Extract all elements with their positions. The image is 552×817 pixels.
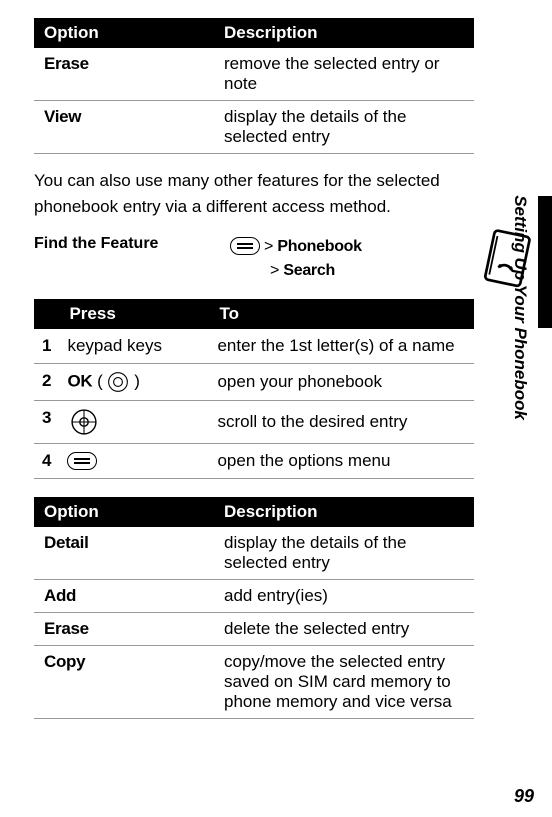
table-row: 1 keypad keys enter the 1st letter(s) of…: [34, 329, 474, 364]
option-cell: Copy: [34, 645, 214, 718]
table-row: 2 OK ( ) open your phonebook: [34, 363, 474, 400]
table-header-description: Description: [214, 18, 474, 48]
table-row: Add add entry(ies): [34, 579, 474, 612]
table-row: 3 scroll to the desired entry: [34, 400, 474, 443]
table-row: Erase delete the selected entry: [34, 612, 474, 645]
table-header-row: Option Description: [34, 18, 474, 48]
press-to-table: Press To 1 keypad keys enter the 1st let…: [34, 299, 474, 479]
table-header-press: Press: [59, 299, 209, 329]
description-cell: add entry(ies): [214, 579, 474, 612]
table-header-row: Option Description: [34, 497, 474, 527]
option-cell: Erase: [34, 48, 214, 101]
step-number: 2: [34, 363, 59, 400]
paren-close: ): [129, 371, 139, 390]
body-paragraph: You can also use many other features for…: [34, 168, 479, 221]
to-cell: open the options menu: [209, 443, 474, 478]
table-row: Copy copy/move the selected entry saved …: [34, 645, 474, 718]
gt-symbol: >: [264, 235, 273, 259]
page: Option Description Erase remove the sele…: [0, 0, 552, 817]
table-header-to: To: [209, 299, 474, 329]
press-cell: [59, 443, 209, 478]
option-cell: Detail: [34, 527, 214, 580]
step-number: 4: [34, 443, 59, 478]
feature-path-line-2: > Search: [230, 259, 362, 283]
description-cell: delete the selected entry: [214, 612, 474, 645]
feature-path-item: Search: [283, 259, 335, 283]
table-header-blank: [34, 299, 59, 329]
table-header-option: Option: [34, 18, 214, 48]
press-cell: keypad keys: [59, 329, 209, 364]
table-header-option: Option: [34, 497, 214, 527]
press-cell: OK ( ): [59, 363, 209, 400]
option-cell: View: [34, 101, 214, 154]
table-row: Erase remove the selected entry or note: [34, 48, 474, 101]
menu-key-icon: [67, 451, 97, 470]
ok-label: OK: [67, 371, 92, 390]
feature-path-item: Phonebook: [277, 235, 361, 259]
thumb-tab: [538, 196, 552, 328]
menu-key-icon: [230, 235, 260, 259]
table-header-row: Press To: [34, 299, 474, 329]
description-cell: display the details of the selected entr…: [214, 101, 474, 154]
options-table-2: Option Description Detail display the de…: [34, 497, 474, 719]
select-key-icon: [107, 371, 129, 390]
find-the-feature-block: Find the Feature > Phonebook > Search: [34, 235, 480, 283]
section-side-label: Setting Up Your Phonebook: [510, 195, 530, 420]
nav-key-icon: [67, 411, 101, 430]
option-cell: Add: [34, 579, 214, 612]
table-row: 4 open the options menu: [34, 443, 474, 478]
gt-symbol: >: [270, 259, 279, 283]
option-cell: Erase: [34, 612, 214, 645]
step-number: 3: [34, 400, 59, 443]
feature-path: > Phonebook > Search: [230, 235, 362, 283]
step-number: 1: [34, 329, 59, 364]
table-header-description: Description: [214, 497, 474, 527]
feature-label: Find the Feature: [34, 235, 230, 283]
description-cell: display the details of the selected entr…: [214, 527, 474, 580]
to-cell: enter the 1st letter(s) of a name: [209, 329, 474, 364]
feature-path-line-1: > Phonebook: [230, 235, 362, 259]
description-cell: copy/move the selected entry saved on SI…: [214, 645, 474, 718]
press-cell: [59, 400, 209, 443]
table-row: Detail display the details of the select…: [34, 527, 474, 580]
page-number: 99: [514, 786, 534, 807]
description-cell: remove the selected entry or note: [214, 48, 474, 101]
to-cell: scroll to the desired entry: [209, 400, 474, 443]
table-row: View display the details of the selected…: [34, 101, 474, 154]
paren-open: (: [92, 371, 107, 390]
options-table-1: Option Description Erase remove the sele…: [34, 18, 474, 154]
to-cell: open your phonebook: [209, 363, 474, 400]
